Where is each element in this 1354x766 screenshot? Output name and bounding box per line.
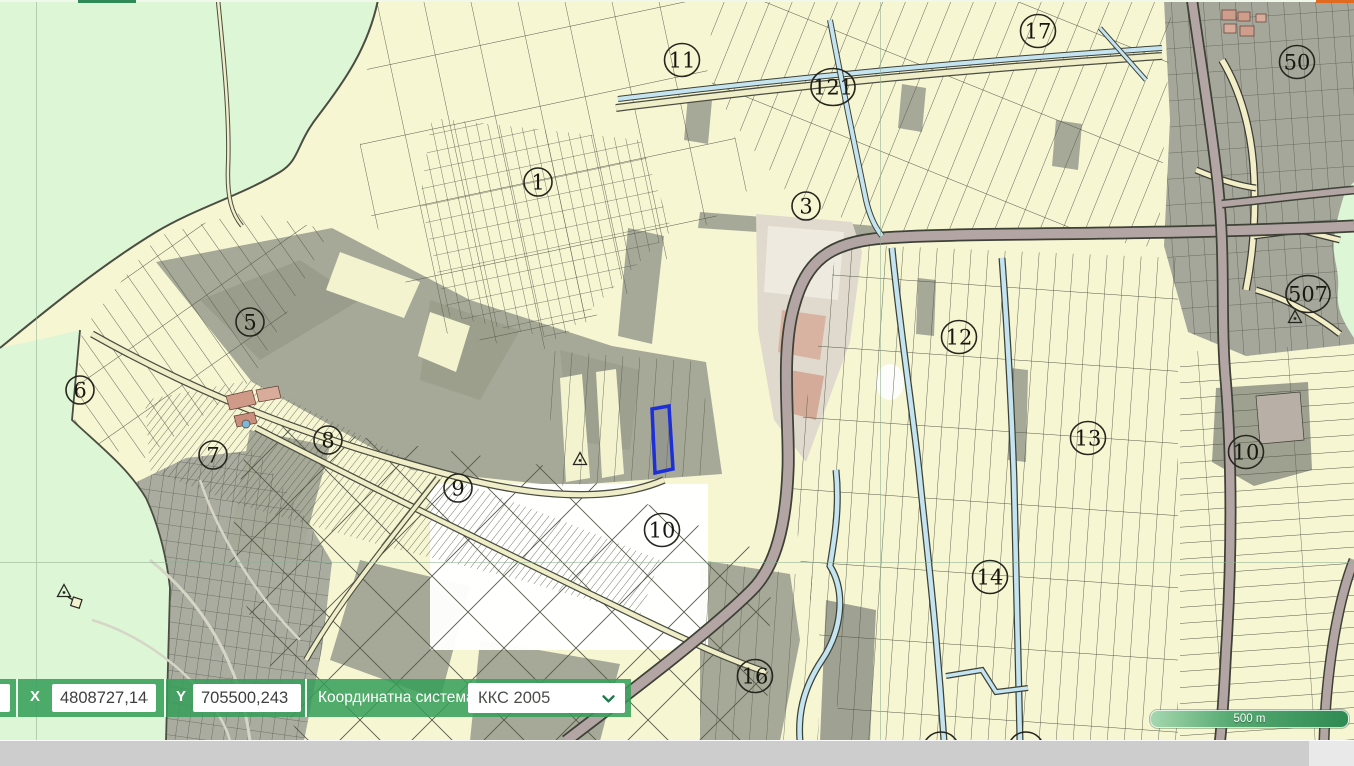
- coord-system-select[interactable]: ККС 2005: [468, 683, 625, 713]
- top-green-segment: [78, 0, 136, 3]
- toolbar-divider: [16, 679, 18, 717]
- map-viewport[interactable]: 1112117501351250768713109101416: [0, 0, 1354, 741]
- section-number-label: 50: [1284, 51, 1311, 75]
- coordinate-toolbar: X Y Координатна система ККС 2005: [0, 679, 631, 717]
- clipped-input-edge[interactable]: [0, 684, 10, 712]
- chevron-down-icon: [600, 690, 617, 707]
- section-number-label: 121: [813, 76, 853, 100]
- map-scale-bar: 500 m: [1150, 710, 1349, 728]
- coord-system-label: Координатна система: [318, 689, 475, 707]
- section-number-label: 17: [1025, 20, 1052, 44]
- x-axis-label: X: [30, 688, 40, 705]
- app-window: 1112117501351250768713109101416 X Y Коор…: [0, 0, 1354, 766]
- section-number-label: 13: [1075, 427, 1102, 451]
- section-number-label: 10: [1233, 441, 1260, 465]
- coord-system-value: ККС 2005: [478, 689, 550, 708]
- top-edge-line: [0, 0, 1354, 2]
- section-number-label: 507: [1288, 283, 1328, 307]
- section-number-label: 8: [321, 429, 334, 453]
- toolbar-divider: [164, 679, 166, 717]
- horizontal-scrollbar-thumb[interactable]: [0, 741, 1309, 766]
- section-number-label: 12: [946, 326, 973, 350]
- section-number-label: 7: [206, 444, 219, 468]
- y-coordinate-input[interactable]: [193, 684, 301, 712]
- section-number-label: 10: [649, 519, 676, 543]
- y-axis-label: Y: [176, 688, 186, 705]
- section-number-label: 5: [243, 311, 256, 335]
- top-orange-segment: [1316, 0, 1354, 3]
- section-number-label: 11: [669, 49, 696, 73]
- cadastral-map-canvas[interactable]: 1112117501351250768713109101416: [0, 0, 1354, 741]
- section-number-label: 1: [531, 171, 544, 195]
- scale-bar-label: 500 m: [1234, 713, 1266, 725]
- selected-parcel-highlight[interactable]: [652, 406, 673, 473]
- section-number-label: 9: [451, 477, 464, 501]
- toolbar-divider: [305, 679, 307, 717]
- section-number-label: 14: [977, 566, 1004, 590]
- horizontal-scrollbar-track[interactable]: [0, 740, 1354, 766]
- section-number-label: 16: [742, 665, 769, 689]
- x-coordinate-input[interactable]: [52, 684, 156, 712]
- section-number-label: 3: [799, 195, 812, 219]
- section-number-label: 6: [73, 379, 86, 403]
